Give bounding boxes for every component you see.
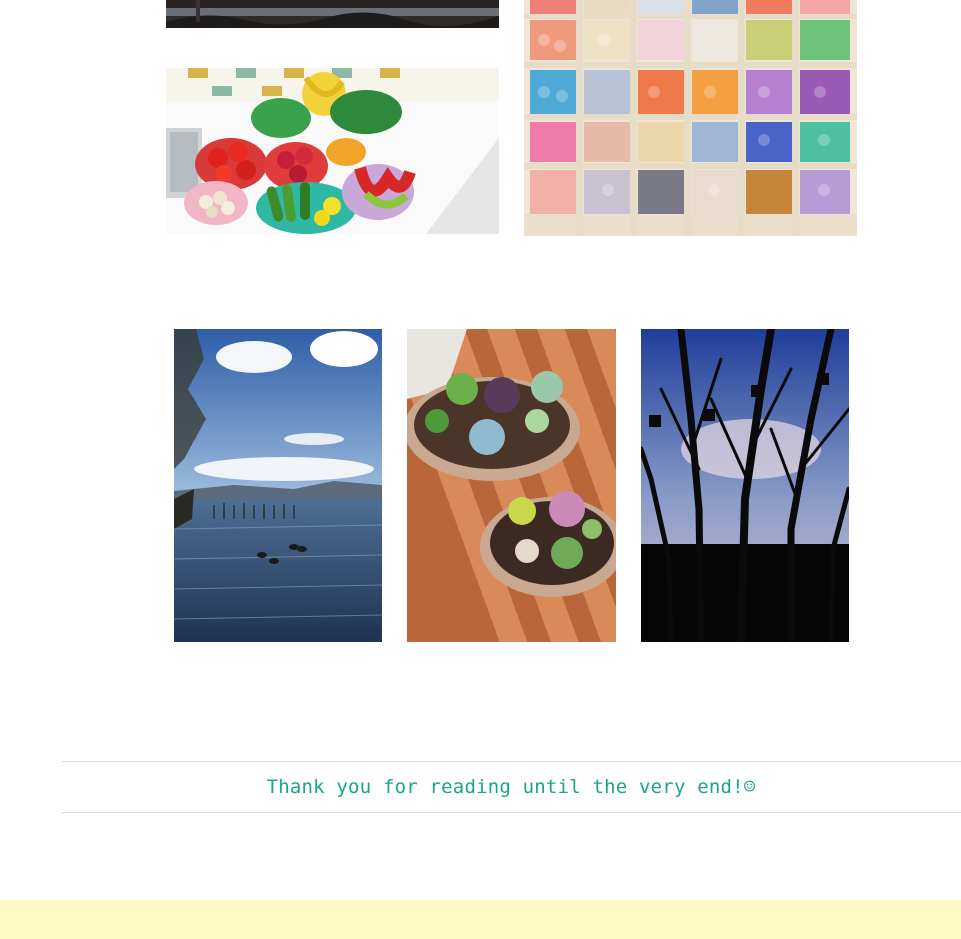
photo-lake[interactable] bbox=[174, 329, 382, 642]
photo-trees[interactable] bbox=[641, 329, 849, 642]
photo-landscape-strip[interactable] bbox=[166, 0, 499, 28]
photo-succulents[interactable] bbox=[407, 329, 616, 642]
photo-vegetables[interactable] bbox=[166, 68, 499, 234]
smiley-icon: ☺ bbox=[743, 776, 756, 798]
closing-message-bar: Thank you for reading until the very end… bbox=[61, 761, 961, 813]
footer-band bbox=[0, 900, 961, 939]
closing-message: Thank you for reading until the very end… bbox=[266, 776, 756, 798]
photo-yarn-shelf[interactable] bbox=[524, 0, 857, 236]
